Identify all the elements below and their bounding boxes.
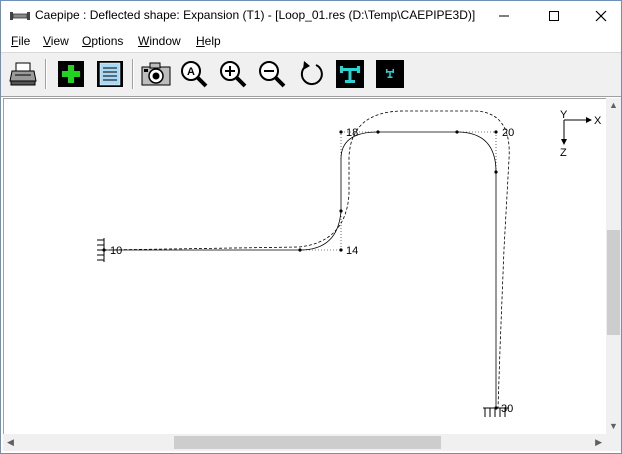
node-dot[interactable] — [339, 130, 343, 134]
add-button[interactable] — [56, 59, 86, 89]
pipe-small-icon — [376, 60, 404, 88]
pipe-view-icon — [336, 60, 364, 88]
drawing-canvas[interactable]: 10 14 18 20 30 X Y Z — [3, 98, 607, 435]
zoom-fit-button[interactable]: A — [179, 59, 209, 89]
zoom-in-icon — [220, 61, 247, 88]
vertical-scroll-thumb[interactable] — [607, 229, 620, 336]
zoom-out-icon — [259, 61, 286, 88]
scroll-left-icon[interactable]: ◀ — [7, 438, 14, 447]
horizontal-scrollbar[interactable]: ◀ ▶ — [3, 434, 606, 451]
title-bar[interactable]: Caepipe : Deflected shape: Expansion (T1… — [1, 1, 621, 31]
node-dot[interactable] — [494, 130, 498, 134]
menu-help[interactable]: Help — [196, 34, 221, 48]
zoom-fit-icon: A — [181, 61, 208, 88]
undeformed-pipe — [104, 131, 497, 408]
toolbar-separator — [132, 59, 134, 89]
snapshot-button[interactable] — [141, 59, 171, 89]
node-dot[interactable] — [455, 130, 459, 134]
scroll-right-icon[interactable]: ▶ — [595, 438, 602, 447]
main-window: Caepipe : Deflected shape: Expansion (T1… — [0, 0, 622, 454]
axis-y-label: Y — [560, 109, 568, 121]
menu-window[interactable]: Window — [138, 34, 181, 48]
node-dot[interactable] — [339, 248, 343, 252]
add-icon — [58, 61, 84, 87]
toolbar: A — [1, 52, 621, 97]
node-dots — [102, 130, 498, 410]
menu-view[interactable]: View — [43, 34, 69, 48]
axis-triad: X Y Z — [560, 109, 602, 159]
node-dot[interactable] — [376, 130, 380, 134]
maximize-icon — [549, 11, 559, 21]
zoom-in-button[interactable] — [218, 59, 248, 89]
anchor-node-10-icon — [97, 238, 105, 262]
pipe-view-button[interactable] — [335, 59, 365, 89]
list-icon — [97, 61, 123, 87]
menu-bar: File View Options Window Help — [1, 31, 621, 51]
rotate-icon — [300, 61, 323, 86]
close-button[interactable] — [578, 1, 622, 31]
printer-icon — [9, 62, 37, 86]
horizontal-scroll-thumb[interactable] — [173, 436, 442, 449]
window-title: Caepipe : Deflected shape: Expansion (T1… — [35, 8, 476, 22]
scroll-up-icon[interactable]: ▲ — [609, 101, 618, 110]
print-button[interactable] — [9, 59, 39, 89]
caepipe-app-icon — [10, 12, 30, 20]
list-button[interactable] — [95, 59, 125, 89]
node-label-20: 20 — [502, 127, 514, 139]
node-label-30: 30 — [501, 403, 513, 415]
node-label-10: 10 — [110, 245, 122, 257]
maximize-button[interactable] — [531, 1, 577, 31]
menu-options[interactable]: Options — [82, 34, 123, 48]
close-icon — [595, 10, 607, 22]
node-label-14: 14 — [346, 245, 358, 257]
node-dot[interactable] — [298, 248, 302, 252]
pipe-small-button[interactable] — [375, 59, 405, 89]
axis-z-label: Z — [560, 147, 567, 159]
node-dot[interactable] — [339, 209, 343, 213]
menu-file[interactable]: File — [11, 34, 30, 48]
camera-icon — [141, 62, 171, 86]
node-label-18: 18 — [346, 127, 358, 139]
minimize-icon — [499, 15, 509, 17]
minimize-button[interactable] — [481, 1, 527, 31]
scrollbar-corner — [606, 434, 621, 451]
construction-lines — [300, 131, 497, 251]
scroll-down-icon[interactable]: ▼ — [609, 422, 618, 431]
pipe-model-drawing: 10 14 18 20 30 X Y Z — [97, 109, 602, 417]
rotate-button[interactable] — [296, 59, 326, 89]
zoom-fit-letter: A — [187, 66, 195, 78]
axis-x-label: X — [594, 115, 602, 127]
node-dot[interactable] — [494, 170, 498, 174]
zoom-out-button[interactable] — [257, 59, 287, 89]
deflected-shape — [103, 110, 510, 409]
toolbar-separator — [45, 59, 47, 89]
vertical-scrollbar[interactable]: ▲ ▼ — [606, 98, 621, 434]
